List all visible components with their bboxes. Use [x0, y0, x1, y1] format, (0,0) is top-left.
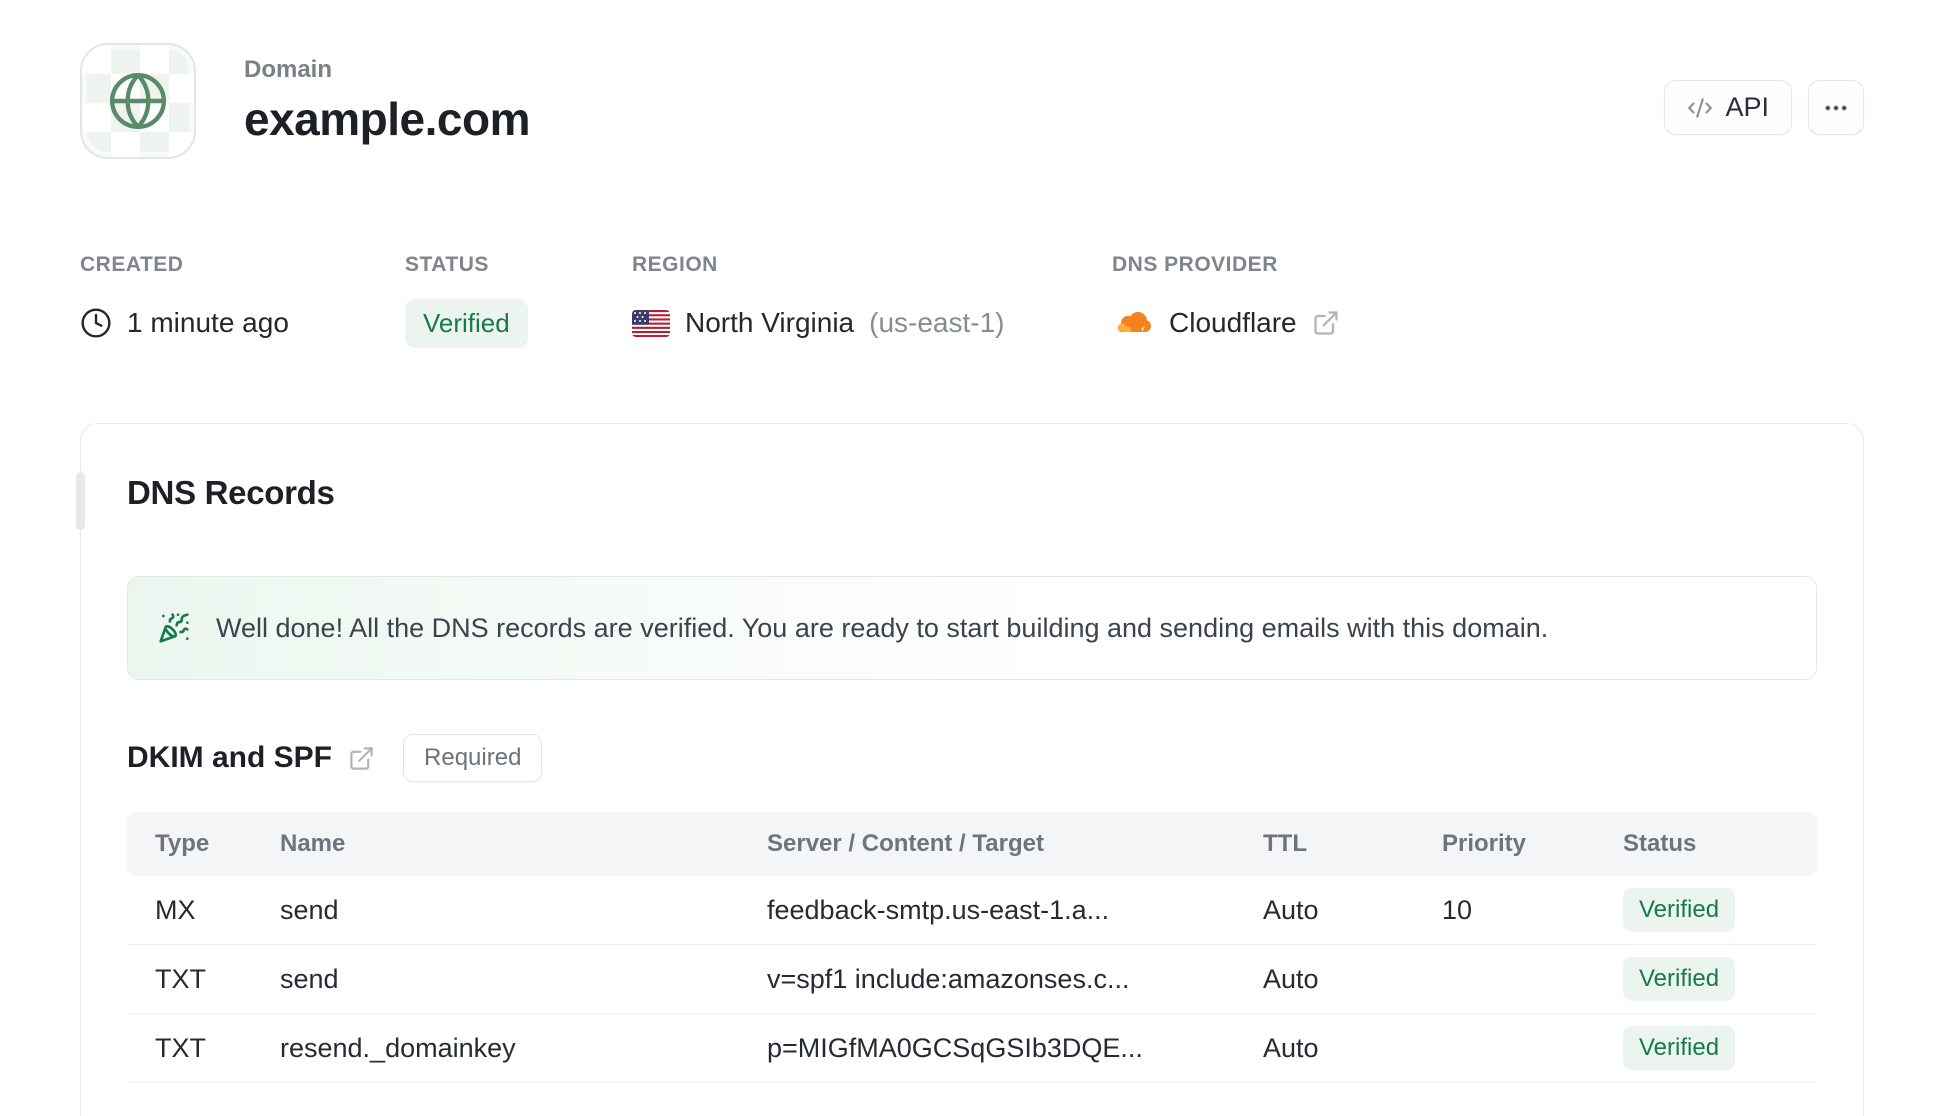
record-priority: 10	[1442, 894, 1473, 925]
record-name: send	[280, 963, 339, 994]
status-badge: Verified	[405, 298, 528, 348]
us-flag-icon	[632, 309, 670, 337]
created-label: CREATED	[80, 253, 184, 276]
dns-provider-label: DNS PROVIDER	[1112, 253, 1278, 276]
api-button-label: API	[1725, 92, 1769, 122]
col-content: Server / Content / Target	[767, 830, 1044, 857]
scroll-accent-pill	[76, 472, 85, 530]
record-status-badge: Verified	[1623, 888, 1736, 932]
record-name: send	[280, 894, 339, 925]
api-button[interactable]: API	[1664, 80, 1792, 135]
dns-provider-link[interactable]	[1312, 309, 1340, 337]
code-icon	[1688, 97, 1713, 118]
meta-region: REGION North Virginia (us-east-1)	[632, 253, 1112, 347]
success-banner-text: Well done! All the DNS records are verif…	[216, 612, 1549, 643]
col-type: Type	[155, 830, 210, 857]
title-block: Domain example.com	[244, 56, 530, 146]
cloudflare-icon	[1117, 312, 1151, 333]
table-row: MX send feedback-smtp.us-east-1.a... Aut…	[127, 876, 1817, 945]
success-banner: Well done! All the DNS records are verif…	[127, 576, 1817, 680]
record-type: TXT	[155, 1032, 206, 1063]
created-value: 1 minute ago	[127, 307, 289, 338]
record-type: TXT	[155, 963, 206, 994]
region-value: North Virginia	[685, 307, 855, 338]
more-options-button[interactable]	[1808, 80, 1864, 135]
col-name: Name	[280, 830, 346, 857]
dkim-spf-title: DKIM and SPF	[127, 741, 333, 774]
col-status: Status	[1623, 830, 1697, 857]
ellipsis-icon	[1825, 104, 1847, 111]
record-ttl: Auto	[1263, 894, 1319, 925]
page-eyebrow: Domain	[244, 56, 333, 83]
dkim-spf-docs-link[interactable]	[348, 745, 375, 772]
external-link-icon	[350, 746, 373, 770]
record-content[interactable]: v=spf1 include:amazonses.c...	[767, 964, 1263, 995]
record-status-badge: Verified	[1623, 957, 1736, 1001]
table-row: TXT send v=spf1 include:amazonses.c... A…	[127, 945, 1817, 1014]
region-label: REGION	[632, 253, 718, 276]
globe-icon	[109, 72, 167, 130]
domain-meta: CREATED 1 minute ago STATUS Verified REG…	[80, 253, 1864, 348]
party-popper-icon	[159, 613, 189, 643]
col-priority: Priority	[1442, 830, 1527, 857]
clock-icon	[81, 308, 111, 338]
dkim-spf-section-header: DKIM and SPF Required	[127, 734, 1817, 782]
domain-avatar	[80, 43, 196, 159]
meta-status: STATUS Verified	[405, 253, 632, 348]
dns-provider-value: Cloudflare	[1169, 307, 1297, 338]
region-code: (us-east-1)	[869, 307, 1005, 338]
table-header: Type Name Server / Content / Target TTL …	[127, 812, 1817, 876]
page-title: example.com	[244, 93, 530, 145]
record-ttl: Auto	[1263, 1032, 1319, 1063]
meta-dns-provider: DNS PROVIDER Cloudflare	[1112, 253, 1340, 347]
status-label: STATUS	[405, 253, 489, 276]
dns-records-card: DNS Records Well done! All the DNS recor…	[76, 423, 1864, 1116]
dns-records-table: Type Name Server / Content / Target TTL …	[127, 812, 1817, 1083]
table-row: TXT resend._domainkey p=MIGfMA0GCSqGSIb3…	[127, 1014, 1817, 1083]
record-type: MX	[155, 894, 196, 925]
record-content[interactable]: p=MIGfMA0GCSqGSIb3DQE...	[767, 1033, 1263, 1064]
meta-created: CREATED 1 minute ago	[80, 253, 405, 347]
dns-records-title: DNS Records	[127, 474, 335, 511]
external-link-icon	[1313, 311, 1338, 335]
record-status-badge: Verified	[1623, 1026, 1736, 1070]
domain-page: Domain example.com API CREATED 1 minute …	[0, 0, 1944, 1116]
required-badge: Required	[403, 734, 543, 782]
record-content[interactable]: feedback-smtp.us-east-1.a...	[767, 895, 1263, 926]
record-ttl: Auto	[1263, 963, 1319, 994]
page-header: Domain example.com API	[80, 43, 1864, 159]
header-actions: API	[1664, 80, 1864, 135]
domain-identity: Domain example.com	[80, 43, 530, 159]
col-ttl: TTL	[1263, 830, 1307, 857]
record-name: resend._domainkey	[280, 1032, 516, 1063]
